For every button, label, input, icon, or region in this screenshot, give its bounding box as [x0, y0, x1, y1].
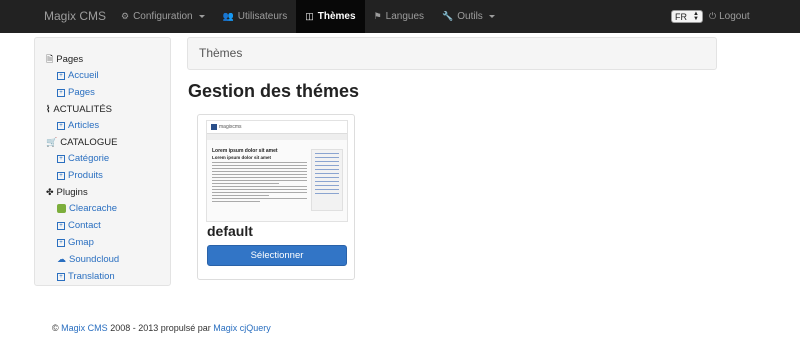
sidebar-section-actualites: ⌇ ACTUALITÉS: [46, 101, 170, 117]
preview-sidebar: [311, 149, 343, 211]
brand-link[interactable]: Magix CMS: [44, 0, 106, 33]
sidebar-item-label: Accueil: [68, 70, 99, 81]
rss-icon: ⌇: [46, 103, 51, 114]
sidebar-section-label: CATALOGUE: [60, 136, 118, 148]
preview-heading-1: Lorem ipsum dolor sit amet: [212, 148, 278, 154]
preview-logo-text: magixcms: [219, 124, 242, 130]
sidebar-section-label: ACTUALITÉS: [53, 103, 113, 115]
sidebar-item-label: Translation: [68, 271, 115, 282]
footer-years: 2008 - 2013 propulsé par: [110, 323, 211, 333]
sidebar-item-label: Soundcloud: [69, 254, 120, 265]
logout-label: Logout: [719, 11, 750, 22]
sidebar-section-label: Plugins: [56, 186, 88, 198]
nav-themes[interactable]: ◫ Thèmes: [296, 0, 365, 33]
nav-outils[interactable]: 🔧 Outils: [433, 0, 504, 33]
select-arrows-icon: ▲ ▼: [693, 10, 699, 22]
chevron-down-icon: [488, 15, 495, 18]
footer-brand-link[interactable]: Magix CMS: [61, 323, 108, 333]
sidebar-section-pages: 🗎 Pages: [46, 51, 170, 67]
top-navbar: Magix CMS ⚙ Configuration 👥 Utilisateurs…: [0, 0, 800, 33]
footer-engine-link[interactable]: Magix cjQuery: [213, 323, 271, 333]
theme-card: magixcms Lorem ipsum dolor sit amet Lore…: [197, 114, 355, 280]
puzzle-icon: ✤: [46, 186, 54, 197]
sidebar-section-label: Pages: [56, 53, 84, 65]
sidebar-item-label: Catégorie: [68, 153, 110, 164]
nav-configuration-label: Configuration: [133, 11, 193, 22]
sidebar-item-accueil[interactable]: + Accueil: [46, 67, 170, 84]
sidebar-item-clearcache[interactable]: Clearcache: [46, 200, 170, 217]
preview-heading-2: Lorem ipsum dolor sit amet: [212, 155, 272, 160]
footer: © Magix CMS 2008 - 2013 propulsé par Mag…: [52, 323, 271, 333]
flag-icon: ⚑: [373, 11, 382, 21]
theme-name: default: [207, 223, 253, 239]
sidebar-section-catalogue: 🛒 CATALOGUE: [46, 134, 170, 150]
wrench-icon: 🔧: [442, 11, 454, 21]
nav-utilisateurs-label: Utilisateurs: [237, 11, 288, 22]
plus-square-icon: +: [57, 88, 65, 97]
preview-nav: [207, 134, 347, 140]
sidebar-item-translation[interactable]: + Translation: [46, 268, 170, 285]
main-nav: ⚙ Configuration 👥 Utilisateurs ◫ Thèmes …: [112, 0, 504, 33]
power-icon: ⏻: [709, 11, 717, 21]
page-title: Gestion des thémes: [188, 81, 360, 101]
sidebar-item-gmap[interactable]: + Gmap: [46, 234, 170, 251]
gear-icon: ⚙: [121, 11, 130, 21]
select-theme-button[interactable]: Sélectionner: [207, 245, 347, 266]
cart-icon: 🛒: [46, 136, 58, 147]
cloud-icon: ☁: [57, 254, 66, 264]
logout-link[interactable]: ⏻ Logout: [709, 0, 750, 33]
clearcache-icon: [57, 204, 66, 213]
plus-square-icon: +: [57, 121, 65, 130]
users-icon: 👥: [222, 11, 234, 21]
sidebar-section-plugins: ✤ Plugins: [46, 184, 170, 200]
nav-themes-label: Thèmes: [317, 11, 356, 22]
plus-square-icon: +: [57, 171, 65, 180]
plus-square-icon: +: [57, 154, 65, 163]
preview-logo-icon: [211, 124, 217, 130]
language-value: FR: [675, 11, 687, 22]
plus-square-icon: +: [57, 71, 65, 80]
sidebar: 🗎 Pages + Accueil + Pages ⌇ ACTUALITÉS +…: [34, 37, 171, 286]
sidebar-item-contact[interactable]: + Contact: [46, 217, 170, 234]
preview-text-lines: [212, 162, 307, 204]
sidebar-item-label: Contact: [68, 220, 101, 231]
sidebar-item-articles[interactable]: + Articles: [46, 117, 170, 134]
nav-utilisateurs[interactable]: 👥 Utilisateurs: [214, 0, 297, 33]
theme-preview-image[interactable]: magixcms Lorem ipsum dolor sit amet Lore…: [206, 120, 348, 222]
preview-header: magixcms: [207, 121, 347, 134]
nav-langues[interactable]: ⚑ Langues: [365, 0, 433, 33]
breadcrumb: Thèmes: [187, 37, 717, 70]
plus-square-icon: +: [57, 221, 65, 230]
sidebar-item-label: Pages: [68, 87, 95, 98]
sidebar-item-pages[interactable]: + Pages: [46, 84, 170, 101]
sidebar-item-label: Articles: [68, 120, 100, 131]
chevron-down-icon: [198, 15, 205, 18]
file-icon: 🗎: [46, 53, 54, 64]
columns-icon: ◫: [305, 11, 314, 21]
copyright-symbol: ©: [52, 323, 59, 333]
nav-outils-label: Outils: [457, 11, 483, 22]
plus-square-icon: +: [57, 238, 65, 247]
sidebar-item-label: Clearcache: [69, 203, 118, 214]
nav-langues-label: Langues: [385, 11, 425, 22]
sidebar-item-label: Produits: [68, 170, 103, 181]
sidebar-item-categorie[interactable]: + Catégorie: [46, 150, 170, 167]
sidebar-item-label: Gmap: [68, 237, 94, 248]
language-select[interactable]: FR ▲ ▼: [671, 10, 703, 23]
sidebar-item-soundcloud[interactable]: ☁ Soundcloud: [46, 251, 170, 268]
plus-square-icon: +: [57, 272, 65, 281]
nav-configuration[interactable]: ⚙ Configuration: [112, 0, 214, 33]
sidebar-item-produits[interactable]: + Produits: [46, 167, 170, 184]
